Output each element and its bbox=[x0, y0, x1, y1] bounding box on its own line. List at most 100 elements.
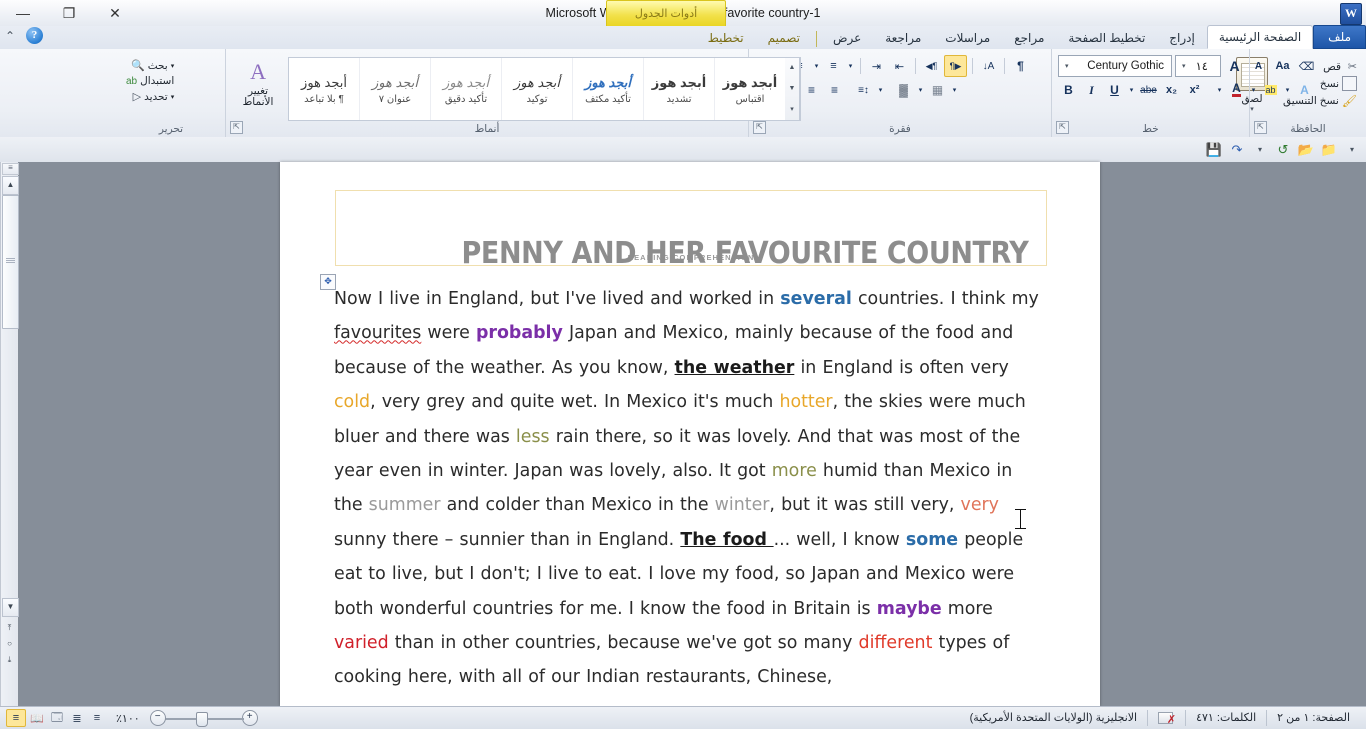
scroll-up-icon[interactable]: ▲ bbox=[2, 176, 19, 195]
multilevel-arrow[interactable]: ▾ bbox=[846, 56, 855, 76]
view-print-layout-button[interactable]: ≡ bbox=[6, 709, 26, 727]
subscript-button[interactable]: x₂ bbox=[1161, 80, 1182, 100]
underline-button[interactable]: U bbox=[1104, 80, 1125, 100]
bold-button[interactable]: B bbox=[1058, 80, 1079, 100]
group-label-paragraph: فقرة bbox=[889, 123, 911, 135]
browse-next-icon[interactable]: ⤓ bbox=[2, 652, 17, 668]
styles-scroll-up-icon[interactable]: ▲ bbox=[785, 58, 799, 78]
shrink-font-button[interactable]: A bbox=[1248, 56, 1269, 76]
new-document-icon[interactable]: 📁 bbox=[1319, 140, 1339, 160]
tab-insert[interactable]: إدراج bbox=[1157, 26, 1207, 49]
highlight-arrow[interactable]: ▾ bbox=[1249, 80, 1258, 100]
underline-arrow[interactable]: ▾ bbox=[1127, 80, 1136, 100]
font-size-arrow-icon[interactable]: ▾ bbox=[1180, 62, 1188, 70]
decrease-indent-button[interactable]: ⇤ bbox=[889, 56, 910, 76]
clear-formatting-button[interactable]: ⌫ bbox=[1296, 56, 1317, 76]
collapse-ribbon-icon[interactable]: ⌃ bbox=[2, 28, 18, 44]
select-button[interactable]: ▾ تحديد ▷ bbox=[123, 89, 177, 104]
zoom-thumb[interactable] bbox=[195, 712, 208, 727]
zoom-out-button[interactable]: − bbox=[149, 710, 166, 726]
font-color-dropdown[interactable]: ▾ bbox=[1215, 80, 1224, 100]
rtl-direction-button[interactable]: ▶¶ bbox=[944, 55, 967, 77]
shading-arrow[interactable]: ▾ bbox=[916, 80, 925, 100]
styles-more-icon[interactable]: ▾ bbox=[785, 100, 799, 120]
font-name-input[interactable]: ▾ Century Gothic bbox=[1058, 55, 1172, 77]
scrollbar-thumb[interactable] bbox=[2, 195, 19, 329]
align-left-button[interactable]: ≡ bbox=[801, 80, 822, 100]
view-draft-button[interactable]: ≡ bbox=[88, 710, 106, 726]
view-full-screen-reading-button[interactable]: 📖 bbox=[28, 710, 46, 726]
numbering-arrow[interactable]: ▾ bbox=[812, 56, 821, 76]
browse-previous-icon[interactable]: ⤒ bbox=[2, 620, 17, 636]
multilevel-list-button[interactable]: ≡ bbox=[823, 56, 844, 76]
line-spacing-button[interactable]: ↕≡ bbox=[853, 80, 874, 100]
text-effects-button[interactable]: A bbox=[1294, 80, 1315, 100]
styles-scroll-down-icon[interactable]: ▼ bbox=[785, 79, 799, 99]
font-size-input[interactable]: ▾ ١٤ bbox=[1175, 55, 1221, 77]
tab-file[interactable]: ملف bbox=[1313, 25, 1366, 49]
borders-arrow[interactable]: ▾ bbox=[950, 80, 959, 100]
undo-icon[interactable]: ↷ bbox=[1227, 140, 1247, 160]
show-formatting-marks-button[interactable]: ¶ bbox=[1010, 56, 1031, 76]
view-web-layout-button[interactable]: 🗔 bbox=[48, 710, 66, 726]
document-canvas[interactable]: READING COMPREHENSION PENNY AND HER FAVO… bbox=[280, 162, 1100, 706]
style-item-subtle-emphasis[interactable]: أبجد هوز تأكيد دقيق bbox=[430, 58, 501, 120]
open-document-icon[interactable]: 📂 bbox=[1296, 140, 1316, 160]
superscript-button[interactable]: x² bbox=[1184, 80, 1205, 100]
redo-icon[interactable]: ↺ bbox=[1273, 140, 1293, 160]
customize-qat-icon[interactable]: ▾ bbox=[1342, 140, 1362, 160]
change-styles-button[interactable]: A تغيير الأنماط bbox=[232, 57, 284, 110]
strikethrough-button[interactable]: abe bbox=[1138, 80, 1159, 100]
replace-button[interactable]: استبدال ab bbox=[123, 74, 177, 88]
highlight-button[interactable]: ab bbox=[1260, 80, 1281, 100]
font-name-arrow-icon[interactable]: ▾ bbox=[1063, 62, 1071, 70]
italic-button[interactable]: I bbox=[1081, 80, 1102, 100]
change-case-button[interactable]: Aa bbox=[1272, 56, 1293, 76]
tab-table-design[interactable]: تصميم bbox=[756, 26, 812, 49]
zoom-slider[interactable]: + − bbox=[149, 710, 258, 727]
tab-table-layout[interactable]: تخطيط bbox=[696, 26, 756, 49]
status-proofing[interactable] bbox=[1147, 710, 1185, 728]
tab-home[interactable]: الصفحة الرئيسية bbox=[1206, 25, 1314, 49]
style-item-quote[interactable]: أبجد هوز اقتباس bbox=[714, 58, 785, 120]
browse-object-icon[interactable]: ○ bbox=[2, 636, 17, 652]
status-page-number[interactable]: الصفحة: ١ من ٢ bbox=[1266, 710, 1360, 726]
shading-button[interactable]: ▓ bbox=[893, 80, 914, 100]
paste-dropdown-arrow-icon[interactable]: ▾ bbox=[1250, 105, 1254, 113]
style-item-intense-emphasis[interactable]: أبجد هوز تأكيد مكثف bbox=[572, 58, 643, 120]
document-page[interactable]: READING COMPREHENSION PENNY AND HER FAVO… bbox=[280, 162, 1100, 706]
tab-mailings[interactable]: مراسلات bbox=[933, 26, 1002, 49]
grow-font-button[interactable]: A bbox=[1224, 56, 1245, 76]
ltr-direction-button[interactable]: ¶◀ bbox=[921, 56, 942, 76]
split-window-handle[interactable]: ≡ bbox=[2, 163, 19, 175]
view-outline-button[interactable]: ≣ bbox=[68, 710, 86, 726]
font-color-arrow[interactable]: ▾ bbox=[1283, 80, 1292, 100]
tab-references[interactable]: مراجع bbox=[1002, 26, 1056, 49]
style-item-emphasis[interactable]: أبجد هوز توكيد bbox=[501, 58, 572, 120]
justify-button[interactable]: ≡ bbox=[824, 80, 845, 100]
styles-gallery[interactable]: ▲ ▼ ▾ أبجد هوز اقتباس أبجد هوز تشديد أبج… bbox=[288, 57, 801, 121]
tab-page-layout[interactable]: تخطيط الصفحة bbox=[1056, 26, 1157, 49]
line-spacing-arrow[interactable]: ▾ bbox=[876, 80, 885, 100]
increase-indent-button[interactable]: ⇥ bbox=[866, 56, 887, 76]
status-language[interactable]: الانجليزية (الولايات المتحدة الأمريكية) bbox=[960, 710, 1147, 726]
borders-button[interactable]: ▦ bbox=[927, 80, 948, 100]
styles-gallery-scroll[interactable]: ▲ ▼ ▾ bbox=[785, 58, 800, 120]
zoom-in-button[interactable]: + bbox=[241, 710, 258, 726]
undo-dropdown-icon[interactable]: ▾ bbox=[1250, 140, 1270, 160]
style-item-no-spacing[interactable]: أبجد هوز ¶ بلا تباعد bbox=[289, 58, 359, 120]
save-icon[interactable]: 💾 bbox=[1204, 140, 1224, 160]
tab-review[interactable]: مراجعة bbox=[873, 26, 933, 49]
style-item-strong[interactable]: أبجد هوز تشديد bbox=[643, 58, 714, 120]
sort-button[interactable]: A↓ bbox=[978, 56, 999, 76]
help-icon[interactable]: ? bbox=[26, 27, 43, 44]
style-item-heading-7[interactable]: أبجد هوز عنوان ٧ bbox=[359, 58, 430, 120]
document-body-paragraph[interactable]: Now I live in England, but I've lived an… bbox=[334, 282, 1046, 695]
tab-view[interactable]: عرض bbox=[821, 26, 873, 49]
zoom-level-label[interactable]: ١٠٠٪ bbox=[108, 712, 148, 725]
vertical-scrollbar[interactable]: ≡ ▲ ▼ ⤒ ○ ⤓ bbox=[0, 162, 19, 706]
scroll-down-icon[interactable]: ▼ bbox=[2, 598, 19, 617]
font-color-button[interactable]: A bbox=[1226, 80, 1247, 100]
find-button[interactable]: ▾ بحث 🔍 bbox=[123, 58, 177, 73]
status-word-count[interactable]: الكلمات: ٤٧١ bbox=[1185, 710, 1266, 726]
